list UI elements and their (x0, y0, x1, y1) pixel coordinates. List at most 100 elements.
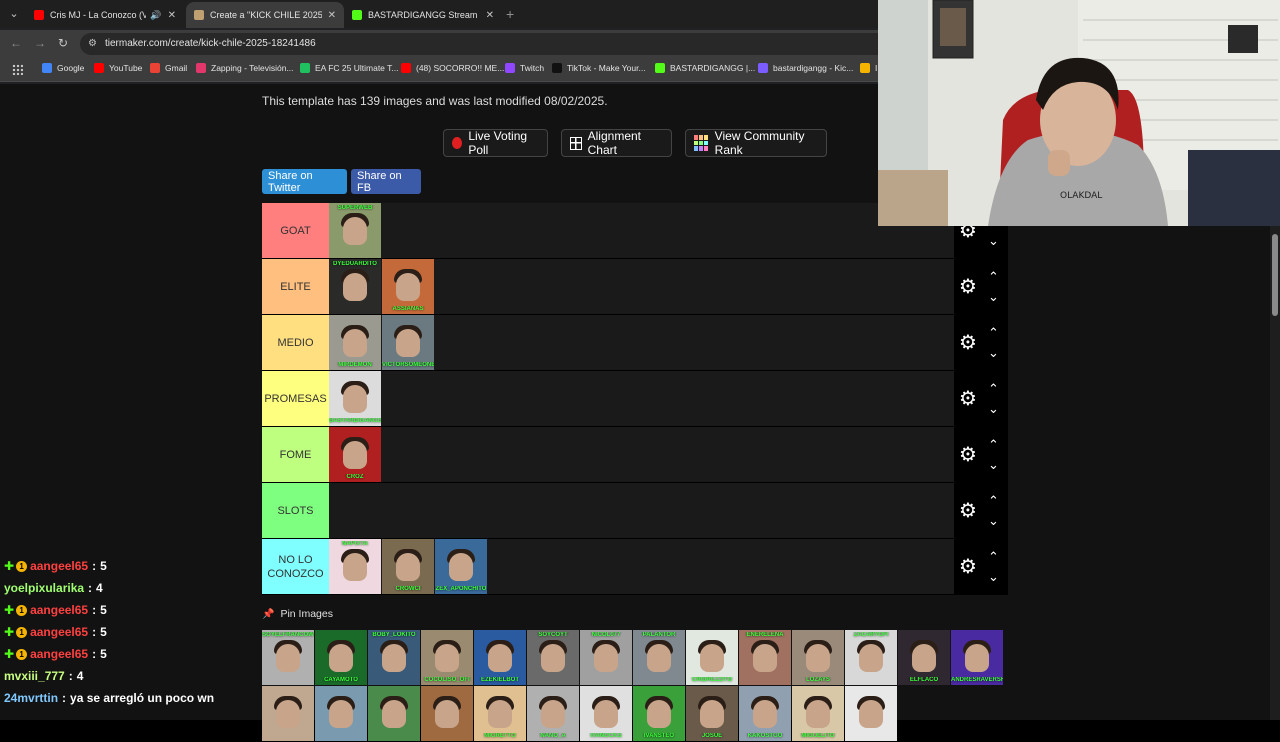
tier-image[interactable]: ELFLACO (898, 630, 950, 685)
close-tab-icon[interactable]: ✕ (486, 10, 494, 21)
browser-tab[interactable]: Create a "KICK CHILE 2025" Tier ✕ (186, 2, 344, 28)
tier-image[interactable] (368, 686, 420, 741)
tier-image[interactable]: COCOLISO_OFI (421, 630, 473, 685)
chevron-down-icon[interactable]: ⌄ (988, 233, 999, 249)
apps-icon[interactable] (12, 64, 23, 75)
bookmark-item[interactable]: TikTok - Make Your... (552, 63, 646, 73)
bookmark-item[interactable]: BASTARDIGANGG |... (655, 63, 755, 73)
tier-image[interactable]: NICOL077 (580, 630, 632, 685)
tier-image[interactable]: EZEKIELBOT (474, 630, 526, 685)
tier-image[interactable]: IVANSTEO (633, 686, 685, 741)
forward-icon[interactable]: → (34, 36, 46, 50)
tier-image[interactable]: ZEX_APONCHITO (435, 539, 487, 594)
tier-label[interactable]: SLOTS (262, 483, 329, 538)
tier-label[interactable]: NO LO CONOZCO (262, 539, 329, 594)
tier-image[interactable]: IVANOCKS (580, 686, 632, 741)
gear-icon[interactable]: ⚙ (959, 557, 977, 577)
chevron-down-icon[interactable]: ⌄ (988, 457, 999, 473)
browser-tab[interactable]: BASTARDIGANGG Stream - Wa ✕ (344, 2, 502, 28)
chevron-down-icon[interactable]: ⌄ (988, 513, 999, 529)
chevron-up-icon[interactable]: ⌃ (988, 325, 999, 341)
gear-icon[interactable]: ⚙ (959, 277, 977, 297)
gear-icon[interactable]: ⚙ (959, 501, 977, 521)
bookmark-item[interactable]: EA FC 25 Ultimate T... (300, 63, 398, 73)
close-tab-icon[interactable]: ✕ (168, 10, 176, 21)
bookmark-item[interactable]: Gmail (150, 63, 187, 73)
tier-image[interactable]: PALANTOR (633, 630, 685, 685)
tier-image[interactable]: SUPERWEB (329, 203, 381, 258)
tier-image[interactable]: BOBY_LOKITO (368, 630, 420, 685)
tier-image[interactable] (262, 686, 314, 741)
scrollbar-thumb[interactable] (1272, 234, 1278, 316)
bookmark-item[interactable]: I (860, 63, 877, 73)
chevron-down-icon[interactable]: ⌄ (988, 345, 999, 361)
reload-icon[interactable]: ↻ (58, 36, 68, 50)
tier-image[interactable]: ENERELENA (739, 630, 791, 685)
tier-image[interactable]: MIRDEMON (329, 315, 381, 370)
tier-image[interactable]: NANO_A (527, 686, 579, 741)
tier-image[interactable] (421, 686, 473, 741)
tier-items[interactable]: NAPIXTA CROWCI ZEX_APONCHITO (329, 539, 488, 594)
browser-tab[interactable]: Cris MJ - La Conozco (Visua 🔊 ✕ (26, 2, 184, 28)
chat-username[interactable]: aangeel65 (30, 559, 88, 573)
share-fb-button[interactable]: Share on FB (351, 169, 421, 194)
gear-icon[interactable]: ⚙ (959, 333, 977, 353)
chevron-down-icon[interactable]: ⌄ (988, 401, 999, 417)
bookmark-item[interactable]: bastardigangg - Kic... (758, 63, 853, 73)
bookmark-item[interactable]: Twitch (505, 63, 544, 73)
tier-image[interactable] (845, 686, 897, 741)
page-scrollbar[interactable] (1270, 226, 1280, 720)
back-icon[interactable]: ← (10, 36, 22, 50)
tier-image[interactable]: MIGRETTO (474, 686, 526, 741)
tier-image[interactable]: CROWCI (382, 539, 434, 594)
chat-username[interactable]: aangeel65 (30, 603, 88, 617)
gear-icon[interactable]: ⚙ (959, 445, 977, 465)
tier-image[interactable]: SOYCOYT (527, 630, 579, 685)
new-tab-icon[interactable]: + (506, 6, 514, 22)
tier-label[interactable]: FOME (262, 427, 329, 482)
community-rank-button[interactable]: View Community Rank (685, 129, 827, 157)
chevron-up-icon[interactable]: ⌃ (988, 493, 999, 509)
tier-image[interactable]: CAYAMOTO (315, 630, 367, 685)
tier-image[interactable]: JOSUE (686, 686, 738, 741)
tier-image[interactable]: VICTORSOMEONE (382, 315, 434, 370)
chat-username[interactable]: yoelpixularika (4, 581, 84, 595)
chat-username[interactable]: aangeel65 (30, 647, 88, 661)
speaker-icon[interactable]: 🔊 (150, 10, 161, 21)
tier-items[interactable]: MIRDEMON VICTORSOMEONE (329, 315, 435, 370)
chat-username[interactable]: 24mvrttin (4, 691, 58, 705)
pin-images-toggle[interactable]: 📌 Pin Images (262, 608, 333, 620)
tier-label[interactable]: GOAT (262, 203, 329, 258)
chevron-up-icon[interactable]: ⌃ (988, 437, 999, 453)
tier-label[interactable]: ELITE (262, 259, 329, 314)
tier-image[interactable]: DYEDUARDITO (329, 259, 381, 314)
chevron-up-icon[interactable]: ⌃ (988, 549, 999, 565)
site-info-icon[interactable]: ⚙ (88, 38, 97, 49)
chevron-down-icon[interactable]: ⌄ (988, 289, 999, 305)
chevron-down-icon[interactable]: ⌄ (988, 569, 999, 585)
live-voting-button[interactable]: Live Voting Poll (443, 129, 548, 157)
tier-image[interactable]: KAKOSTGO (739, 686, 791, 741)
bookmark-item[interactable]: Zapping - Televisión... (196, 63, 294, 73)
tier-image[interactable] (315, 686, 367, 741)
bookmark-item[interactable]: YouTube (94, 63, 142, 73)
chat-username[interactable]: mvxiii_777 (4, 669, 65, 683)
chevron-up-icon[interactable]: ⌃ (988, 269, 999, 285)
tier-image[interactable]: CROZ (329, 427, 381, 482)
tier-items[interactable]: SUPERWEB (329, 203, 382, 258)
tier-image[interactable]: LOZAYS (792, 630, 844, 685)
tier-image[interactable]: MIGUELITO (792, 686, 844, 741)
tier-image[interactable]: NAPIXTA (329, 539, 381, 594)
alignment-chart-button[interactable]: Alignment Chart (561, 129, 672, 157)
bookmark-item[interactable]: Google (42, 63, 84, 73)
tier-items[interactable]: DYEDUARDITO ASSIANAS (329, 259, 435, 314)
tab-search-icon[interactable]: ⌄ (6, 6, 22, 22)
tier-items[interactable]: BASTARDIGANGG (329, 371, 382, 426)
chevron-up-icon[interactable]: ⌃ (988, 381, 999, 397)
tier-image[interactable]: SOYELFRANCOW (262, 630, 314, 685)
tier-label[interactable]: MEDIO (262, 315, 329, 370)
tier-image[interactable]: ZACARYOFI (845, 630, 897, 685)
close-tab-icon[interactable]: ✕ (328, 10, 336, 21)
tier-image[interactable]: ASSIANAS (382, 259, 434, 314)
chat-username[interactable]: aangeel65 (30, 625, 88, 639)
